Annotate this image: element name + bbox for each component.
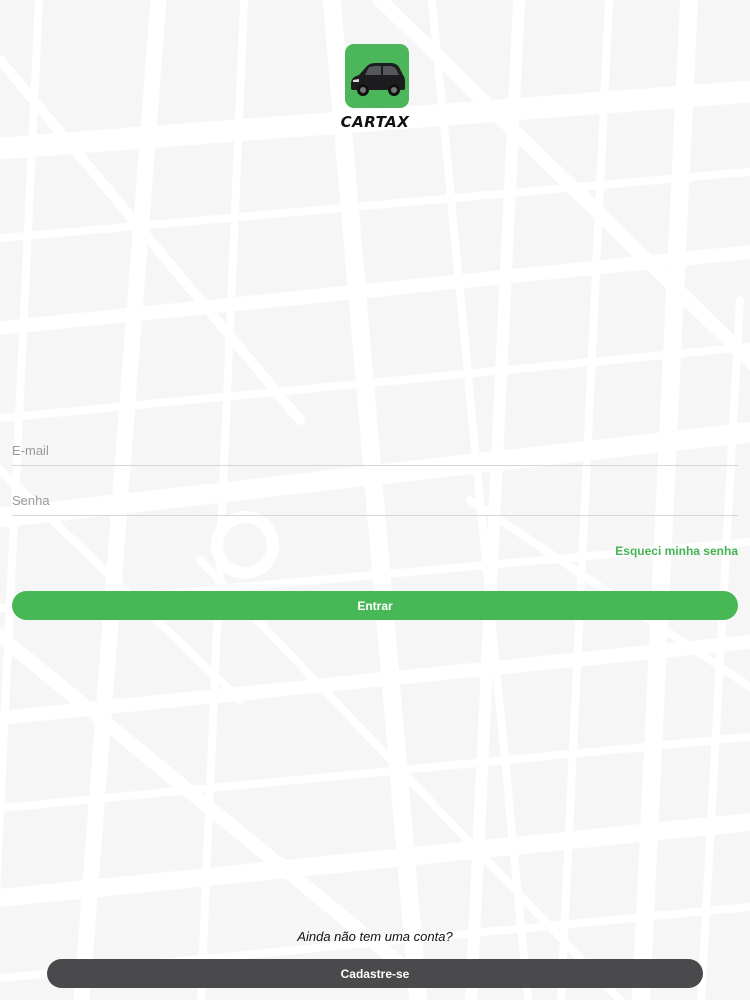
signup-button[interactable]: Cadastre-se — [47, 959, 703, 988]
login-button[interactable]: Entrar — [12, 591, 738, 620]
email-input[interactable] — [12, 435, 738, 466]
brand-name: CARTAX — [340, 113, 410, 131]
password-input[interactable] — [12, 485, 738, 516]
forgot-password-link[interactable]: Esqueci minha senha — [615, 544, 738, 558]
car-icon — [345, 44, 409, 108]
no-account-text: Ainda não tem uma conta? — [297, 929, 453, 944]
